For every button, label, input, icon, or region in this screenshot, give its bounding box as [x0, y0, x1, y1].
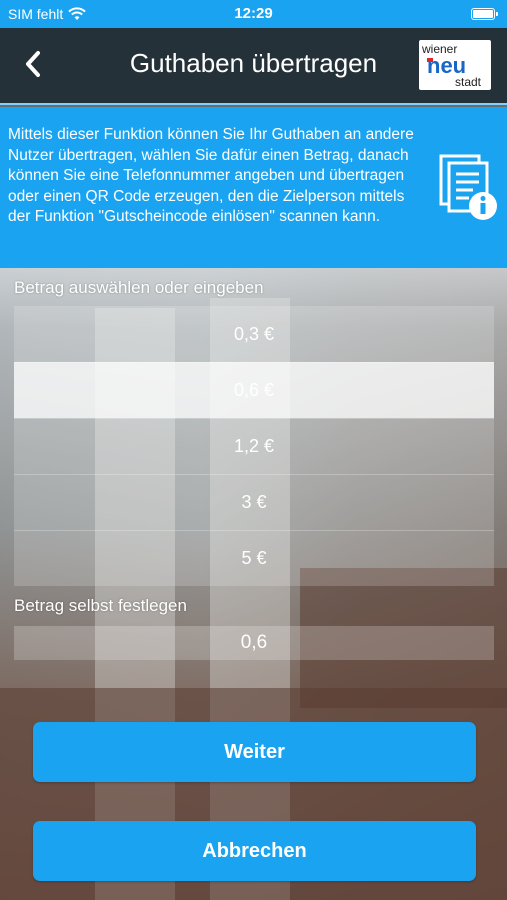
battery-icon	[471, 8, 498, 20]
custom-amount-label: Betrag selbst festlegen	[14, 596, 187, 615]
next-button[interactable]: Weiter	[33, 722, 476, 782]
amount-option-label: 1,2 €	[233, 436, 275, 456]
amount-options: 0,3 € 0,6 € 1,2 € 3 € 5 €	[14, 306, 494, 586]
amount-section-label: Betrag auswählen oder eingeben	[14, 278, 264, 297]
clock: 12:29	[234, 5, 273, 22]
amount-option-0-6[interactable]: 0,6 €	[14, 362, 494, 418]
amount-option-label: 0,6 €	[233, 380, 275, 400]
svg-text:stadt: stadt	[455, 75, 482, 89]
amount-option-5[interactable]: 5 €	[14, 530, 494, 586]
next-button-label: Weiter	[224, 740, 285, 763]
info-text: Mittels dieser Funktion können Sie Ihr G…	[8, 126, 414, 225]
custom-amount-input[interactable]	[14, 626, 494, 660]
amount-option-label: 5 €	[241, 548, 267, 568]
info-panel: Mittels dieser Funktion können Sie Ihr G…	[0, 107, 507, 268]
status-bar: SIM fehlt 12:29	[0, 0, 507, 28]
cancel-button[interactable]: Abbrechen	[33, 821, 476, 881]
wiener-neustadt-logo: wiener neu stadt	[419, 40, 491, 90]
cancel-button-label: Abbrechen	[202, 839, 307, 862]
amount-option-3[interactable]: 3 €	[14, 474, 494, 530]
amount-option-label: 3 €	[241, 492, 267, 512]
amount-option-1-2[interactable]: 1,2 €	[14, 418, 494, 474]
document-info-icon	[439, 154, 497, 220]
navigation-bar: Guthaben übertragen wiener neu stadt	[0, 28, 507, 105]
amount-option-label: 0,3 €	[233, 323, 275, 344]
amount-option-0-3[interactable]: 0,3 €	[14, 306, 494, 362]
